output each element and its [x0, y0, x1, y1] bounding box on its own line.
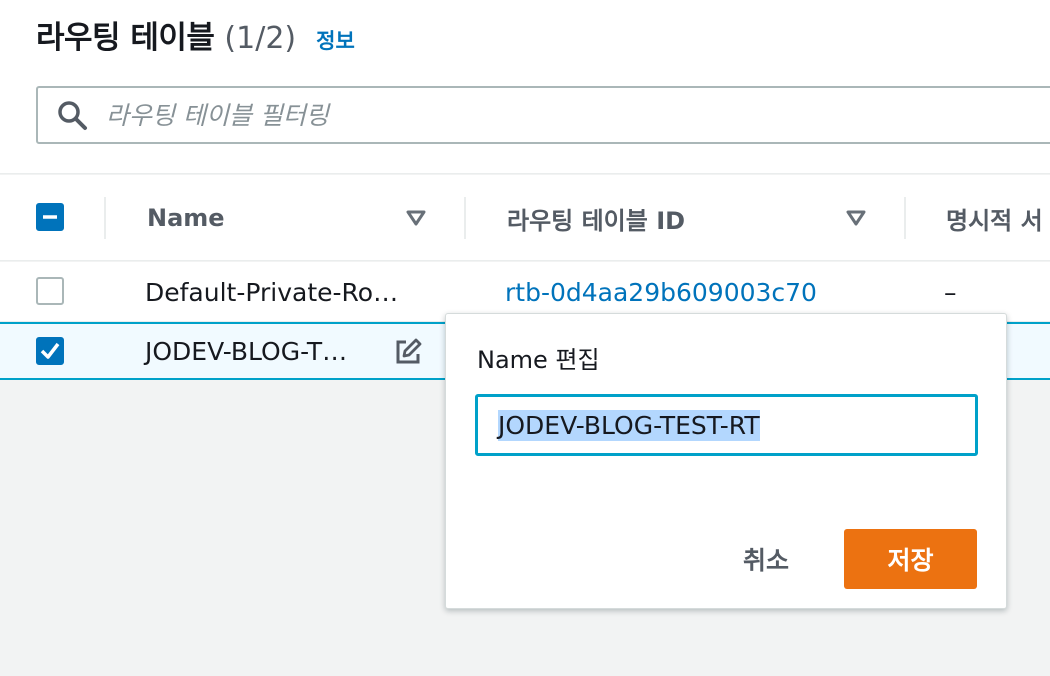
edit-name-popover: Name 편집 JODEV-BLOG-TEST-RT 취소 저장 — [445, 313, 1007, 609]
sort-down-icon[interactable] — [405, 208, 427, 228]
column-divider — [464, 197, 466, 239]
column-divider — [904, 197, 906, 239]
save-button[interactable]: 저장 — [844, 529, 977, 589]
column-header-route-table-id[interactable]: 라우팅 테이블 ID — [507, 175, 685, 261]
info-link[interactable]: 정보 — [316, 25, 355, 55]
edit-icon[interactable] — [394, 338, 422, 366]
row-explicit-value: – — [944, 278, 957, 307]
title-row: 라우팅 테이블 (1/2) 정보 — [36, 12, 355, 57]
table-header: Name 라우팅 테이블 ID 명시적 서 — [0, 175, 1050, 261]
select-all-checkbox[interactable] — [36, 203, 64, 231]
filter-input[interactable] — [106, 100, 906, 130]
page-header: 라우팅 테이블 (1/2) 정보 — [0, 0, 1050, 174]
row-checkbox[interactable] — [36, 277, 64, 305]
column-header-name[interactable]: Name — [147, 175, 225, 261]
filter-box[interactable] — [36, 86, 1050, 144]
sort-down-icon[interactable] — [845, 208, 867, 228]
route-table-id-link[interactable]: rtb-0d4aa29b609003c70 — [505, 278, 817, 307]
page-title: 라우팅 테이블 — [36, 20, 215, 56]
indeterminate-icon — [43, 215, 57, 219]
row-name: JODEV-BLOG-T… — [145, 337, 348, 366]
row-name: Default-Private-Ro… — [145, 278, 399, 307]
name-input[interactable]: JODEV-BLOG-TEST-RT — [475, 394, 978, 456]
checkmark-icon — [40, 342, 60, 359]
cancel-button[interactable]: 취소 — [710, 530, 822, 588]
popover-title: Name 편집 — [477, 346, 600, 374]
selection-count: (1/2) — [224, 21, 297, 56]
column-header-explicit[interactable]: 명시적 서 — [946, 175, 1043, 261]
row-checkbox-checked[interactable] — [36, 337, 64, 365]
column-divider — [104, 197, 106, 239]
search-icon — [58, 101, 87, 130]
name-input-value[interactable]: JODEV-BLOG-TEST-RT — [498, 409, 760, 441]
